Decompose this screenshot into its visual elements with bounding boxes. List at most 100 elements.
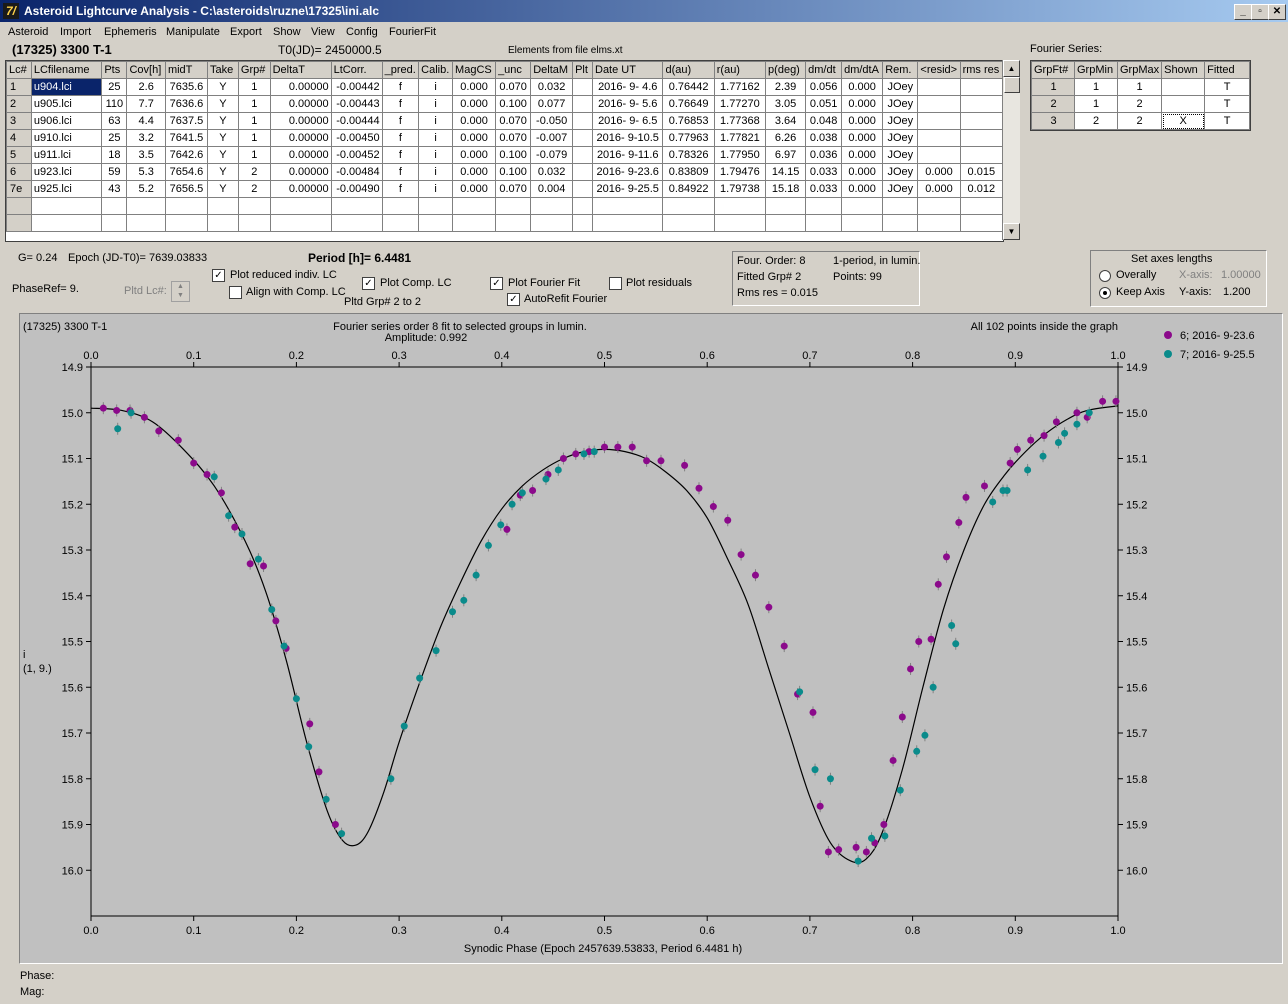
- period-value[interactable]: Period [h]= 6.4481: [308, 251, 411, 265]
- lc-column-header[interactable]: rms res: [959, 61, 1003, 79]
- lc-table-row[interactable]: 4 u910.lci 25 3.2 7641.5 Y 1 0.00000 -0.00450 f i 0…: [6, 129, 1003, 147]
- data-point-g6[interactable]: [315, 768, 323, 776]
- data-point-g7[interactable]: [929, 683, 937, 691]
- menu-config[interactable]: Config: [346, 26, 378, 38]
- lc-cell[interactable]: [126, 197, 166, 215]
- lc-cell[interactable]: [917, 197, 961, 215]
- lc-cell[interactable]: 0.000: [452, 129, 497, 147]
- lc-column-header[interactable]: Plt: [572, 61, 593, 79]
- lc-cell[interactable]: [917, 146, 961, 164]
- data-point-g7[interactable]: [280, 642, 288, 650]
- data-point-g7[interactable]: [1073, 420, 1081, 428]
- lc-cell[interactable]: [591, 214, 664, 232]
- lc-cell[interactable]: -0.050: [530, 112, 574, 130]
- lc-cell[interactable]: 0.051: [805, 95, 843, 113]
- lc-cell[interactable]: f: [381, 78, 420, 96]
- fourier-cell[interactable]: [1161, 95, 1206, 113]
- lc-cell[interactable]: 0.100: [495, 146, 532, 164]
- data-point-g7[interactable]: [952, 640, 960, 648]
- data-point-g7[interactable]: [1003, 487, 1011, 495]
- lc-cell[interactable]: -0.00452: [330, 146, 383, 164]
- lc-cell[interactable]: 0.84922: [662, 180, 715, 198]
- lc-cell[interactable]: f: [381, 129, 420, 147]
- data-point-g6[interactable]: [942, 553, 950, 561]
- lc-cell[interactable]: 0.100: [495, 163, 532, 181]
- data-point-g6[interactable]: [643, 457, 651, 465]
- data-point-g7[interactable]: [387, 775, 395, 783]
- lc-cell[interactable]: [713, 197, 767, 215]
- lc-cell[interactable]: 1: [237, 95, 271, 113]
- lc-cell[interactable]: 0.00000: [269, 146, 332, 164]
- lc-cell[interactable]: i: [418, 180, 454, 198]
- lc-cell[interactable]: 0.000: [452, 78, 497, 96]
- lc-row-header[interactable]: 5: [6, 146, 32, 164]
- lc-cell[interactable]: 59: [101, 163, 128, 181]
- fourier-row-header[interactable]: 2: [1031, 95, 1075, 113]
- data-point-g6[interactable]: [724, 516, 732, 524]
- lc-cell[interactable]: 0.000: [841, 112, 884, 130]
- lc-cell[interactable]: u910.lci: [30, 129, 103, 147]
- lc-cell[interactable]: [572, 180, 593, 198]
- data-point-g6[interactable]: [1006, 459, 1014, 467]
- data-point-g7[interactable]: [854, 857, 862, 865]
- data-point-g6[interactable]: [1112, 397, 1120, 405]
- lc-cell[interactable]: -0.00443: [330, 95, 383, 113]
- lc-cell[interactable]: JOey: [882, 129, 919, 147]
- lc-cell[interactable]: f: [381, 163, 420, 181]
- lc-cell[interactable]: 2: [237, 163, 271, 181]
- data-point-g6[interactable]: [709, 503, 717, 511]
- data-point-g6[interactable]: [231, 523, 239, 531]
- lc-cell[interactable]: 0.000: [841, 146, 884, 164]
- data-point-g7[interactable]: [1054, 438, 1062, 446]
- fourier-column-header[interactable]: Fitted: [1204, 61, 1251, 79]
- lc-cell[interactable]: [495, 214, 532, 232]
- lc-cell[interactable]: u911.lci: [30, 146, 103, 164]
- lc-cell[interactable]: 0.00000: [269, 129, 332, 147]
- lc-cell[interactable]: [917, 214, 961, 232]
- lc-cell[interactable]: 7637.5: [164, 112, 208, 130]
- lc-cell[interactable]: 2016- 9-25.5: [591, 180, 664, 198]
- lc-cell[interactable]: 0.036: [805, 146, 843, 164]
- lc-cell[interactable]: [330, 197, 383, 215]
- keep-axis-radio[interactable]: [1099, 287, 1111, 299]
- lc-column-header[interactable]: dm/dt: [805, 61, 843, 79]
- lc-cell[interactable]: 3.64: [765, 112, 807, 130]
- lc-cell[interactable]: u906.lci: [30, 112, 103, 130]
- lc-cell[interactable]: 0.000: [841, 163, 884, 181]
- data-point-g6[interactable]: [1027, 436, 1035, 444]
- lc-cell[interactable]: [917, 78, 961, 96]
- lc-cell[interactable]: 0.76442: [662, 78, 715, 96]
- lc-cell[interactable]: JOey: [882, 146, 919, 164]
- lc-cell[interactable]: -0.00442: [330, 78, 383, 96]
- align-comp-checkbox[interactable]: [229, 286, 242, 299]
- data-point-g6[interactable]: [246, 560, 254, 568]
- lc-cell[interactable]: 110: [101, 95, 128, 113]
- data-point-g6[interactable]: [1099, 397, 1107, 405]
- lc-cell[interactable]: i: [418, 95, 454, 113]
- plot-comp-checkbox[interactable]: ✓: [362, 277, 375, 290]
- lc-cell[interactable]: [101, 197, 128, 215]
- lc-cell[interactable]: 1: [237, 129, 271, 147]
- lc-cell[interactable]: 1.79738: [713, 180, 767, 198]
- lc-cell[interactable]: 0.012: [959, 180, 1003, 198]
- lc-column-header[interactable]: LtCorr.: [330, 61, 383, 79]
- lc-cell[interactable]: 0.070: [495, 78, 532, 96]
- fourier-column-header[interactable]: GrpMin: [1074, 61, 1118, 79]
- data-point-g6[interactable]: [155, 427, 163, 435]
- data-point-g6[interactable]: [140, 413, 148, 421]
- data-point-g6[interactable]: [898, 713, 906, 721]
- y-axis-value[interactable]: 1.200: [1223, 286, 1251, 298]
- data-point-g6[interactable]: [809, 708, 817, 716]
- lc-column-header[interactable]: d(au): [662, 61, 715, 79]
- lc-cell[interactable]: 0.070: [495, 112, 532, 130]
- lc-cell[interactable]: [6, 197, 32, 215]
- data-point-g7[interactable]: [989, 498, 997, 506]
- lc-cell[interactable]: JOey: [882, 163, 919, 181]
- data-point-g6[interactable]: [880, 821, 888, 828]
- lc-cell[interactable]: 1.79476: [713, 163, 767, 181]
- lc-column-header[interactable]: <resid>: [917, 61, 961, 79]
- lc-table-row[interactable]: 1 u904.lci 25 2.6 7635.6 Y 1 0.00000 -0.00442 f i 0…: [6, 78, 1003, 96]
- lc-cell[interactable]: 1.77162: [713, 78, 767, 96]
- lc-cell[interactable]: 0.038: [805, 129, 843, 147]
- scroll-up-icon[interactable]: ▲: [1003, 60, 1020, 77]
